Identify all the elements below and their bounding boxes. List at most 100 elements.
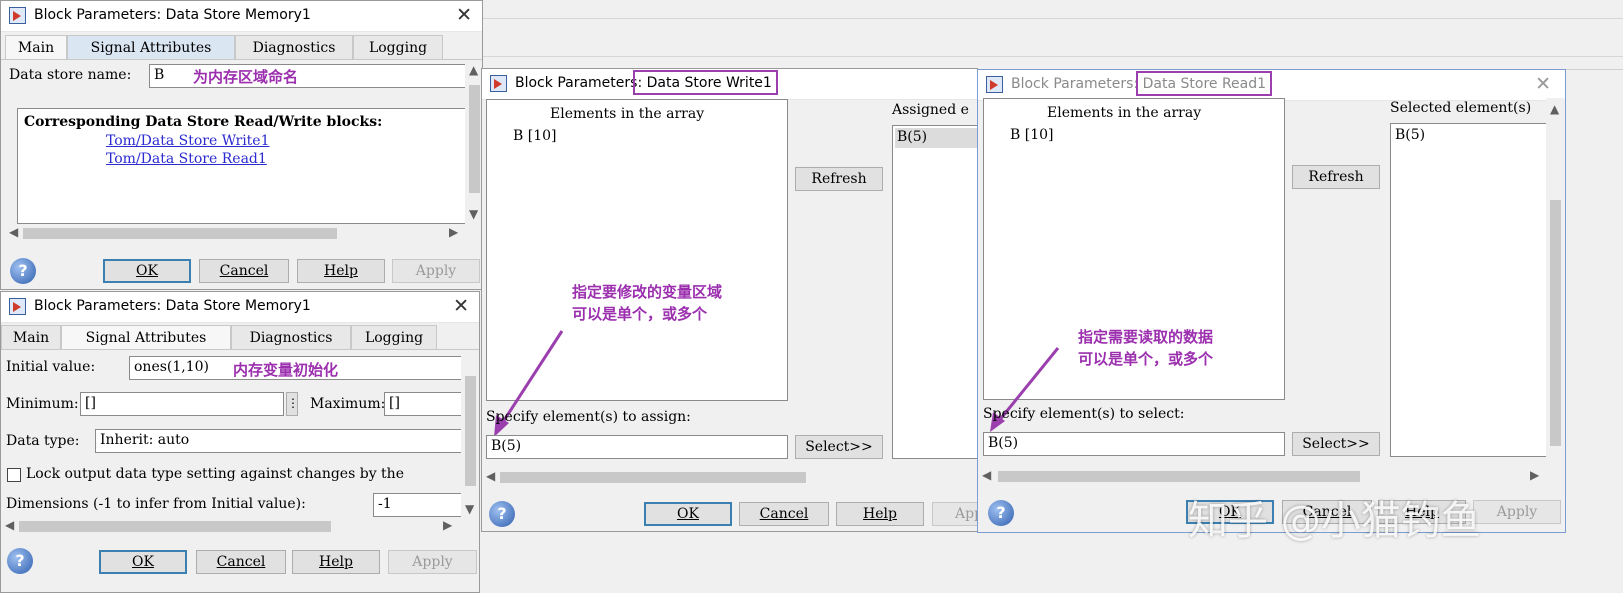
annotation-arrow: [494, 330, 564, 437]
cancel-label: Cancel: [216, 554, 266, 570]
help-button[interactable]: Help: [836, 502, 924, 526]
horizontal-scrollbar[interactable]: ◀: [482, 468, 977, 486]
horizontal-scrollbar[interactable]: ◀ ▶: [978, 467, 1548, 485]
tab-diagnostics[interactable]: Diagnostics: [231, 325, 351, 349]
link-data-store-write[interactable]: Tom/Data Store Write1: [106, 133, 270, 149]
tab-signal-attributes[interactable]: Signal Attributes: [67, 35, 235, 59]
help-icon[interactable]: ?: [489, 501, 515, 527]
title-bar: Block Parameters: Data Store Memory1 ✕: [1, 292, 479, 323]
tab-bar: Main Signal Attributes Diagnostics Loggi…: [1, 35, 482, 60]
dialog-data-store-memory-main: Block Parameters: Data Store Memory1 ✕ M…: [0, 0, 483, 290]
data-store-name-label: Data store name:: [9, 67, 132, 83]
annotation-initialize: 内存变量初始化: [233, 361, 339, 379]
scroll-left-icon[interactable]: ◀: [982, 468, 991, 482]
horizontal-scrollbar[interactable]: ◀ ▶: [1, 517, 461, 535]
scroll-right-icon[interactable]: ▶: [443, 518, 452, 532]
scroll-left-icon[interactable]: ◀: [5, 518, 14, 532]
scroll-down-icon[interactable]: ▼: [465, 502, 474, 516]
corresponding-header: Corresponding Data Store Read/Write bloc…: [24, 114, 383, 130]
cancel-label: Cancel: [219, 263, 269, 279]
link-data-store-read[interactable]: Tom/Data Store Read1: [106, 151, 267, 167]
specify-label: Specify element(s) to select:: [983, 406, 1185, 422]
annotation-arrow: [990, 347, 1060, 432]
help-label: Help: [324, 263, 358, 279]
help-label: Help: [863, 506, 897, 522]
background-toolbar-line: [483, 18, 1623, 19]
help-button[interactable]: Help: [297, 259, 385, 283]
scroll-thumb[interactable]: [500, 472, 806, 483]
apply-label: Apply: [1496, 504, 1538, 520]
ok-button[interactable]: OK: [103, 259, 191, 283]
scroll-right-icon[interactable]: ▶: [1530, 468, 1539, 482]
tab-diagnostics[interactable]: Diagnostics: [235, 35, 353, 59]
maximum-input[interactable]: []: [384, 392, 462, 416]
tab-bar: Main Signal Attributes Diagnostics Loggi…: [1, 325, 479, 350]
apply-label: Apply: [412, 554, 453, 570]
background-toolbar-line: [483, 56, 1623, 57]
help-icon[interactable]: ?: [988, 500, 1014, 526]
ok-button[interactable]: OK: [99, 550, 187, 574]
simulink-block-icon: [9, 7, 26, 24]
cancel-button[interactable]: Cancel: [199, 259, 289, 283]
cancel-button[interactable]: Cancel: [739, 502, 829, 526]
title-bar: Block Parameters: Data Store Memory1 ✕: [1, 1, 482, 32]
apply-button: Apply: [392, 259, 480, 283]
help-icon[interactable]: ?: [7, 548, 33, 574]
simulink-block-icon: [9, 298, 26, 315]
tab-logging[interactable]: Logging: [351, 325, 437, 349]
annotation-name-memory: 为内存区域命名: [193, 68, 299, 86]
scroll-thumb[interactable]: [465, 376, 476, 486]
scroll-left-icon[interactable]: ◀: [9, 225, 18, 239]
dialog-title: Block Parameters: Data Store Memory1: [34, 7, 311, 23]
data-type-select[interactable]: Inherit: auto: [95, 429, 463, 453]
specify-label: Specify element(s) to assign:: [486, 409, 691, 425]
apply-label: App: [955, 506, 977, 522]
dialog-title: Block Parameters: Data Store Memory1: [34, 298, 311, 314]
cancel-button[interactable]: Cancel: [196, 550, 286, 574]
minimum-input[interactable]: []: [80, 392, 284, 416]
scroll-thumb[interactable]: [469, 85, 480, 193]
ok-label: OK: [136, 263, 158, 279]
dialog-data-store-read: Block Parameters: Data Store Read1 ✕ Ele…: [977, 69, 1566, 533]
tab-signal-attributes[interactable]: Signal Attributes: [61, 325, 231, 349]
lock-checkbox[interactable]: [7, 468, 21, 482]
select-button[interactable]: Select>>: [1292, 432, 1380, 456]
close-icon[interactable]: ✕: [453, 295, 469, 317]
background-window: [483, 0, 1623, 70]
scroll-thumb[interactable]: [998, 471, 1360, 482]
maximum-label: Maximum:: [310, 396, 386, 412]
help-icon[interactable]: ?: [10, 258, 36, 284]
scroll-thumb[interactable]: [19, 521, 331, 532]
dimensions-input[interactable]: -1: [373, 493, 463, 517]
lock-label: Lock output data type setting against ch…: [26, 466, 404, 482]
scroll-up-icon[interactable]: ▲: [469, 63, 478, 77]
tab-main[interactable]: Main: [5, 35, 67, 59]
dimensions-label: Dimensions (-1 to infer from Initial val…: [6, 496, 306, 512]
close-icon[interactable]: ✕: [456, 4, 472, 26]
scroll-left-icon[interactable]: ◀: [486, 469, 495, 483]
specify-input[interactable]: B(5): [486, 435, 788, 459]
horizontal-scrollbar[interactable]: ◀ ▶: [5, 224, 465, 242]
apply-button: Apply: [388, 550, 477, 574]
ok-button[interactable]: OK: [644, 502, 732, 526]
dialog-data-store-write: Block Parameters: Data Store Write1 Elem…: [481, 68, 978, 532]
tab-logging[interactable]: Logging: [353, 35, 443, 59]
scroll-down-icon[interactable]: ▼: [469, 207, 478, 221]
vertical-scrollbar[interactable]: ▼: [461, 352, 479, 520]
select-button[interactable]: Select>>: [795, 435, 883, 459]
scroll-right-icon[interactable]: ▶: [449, 225, 458, 239]
minimum-label: Minimum:: [6, 396, 79, 412]
help-button[interactable]: Help: [292, 550, 380, 574]
scroll-thumb[interactable]: [23, 228, 337, 239]
corresponding-blocks-panel: Corresponding Data Store Read/Write bloc…: [17, 108, 467, 224]
dialog-data-store-memory-signal: Block Parameters: Data Store Memory1 ✕ M…: [0, 291, 480, 593]
specify-input[interactable]: B(5): [983, 432, 1285, 456]
apply-button: App: [932, 502, 977, 526]
tab-main[interactable]: Main: [1, 325, 61, 349]
apply-button: Apply: [1473, 500, 1561, 524]
data-type-label: Data type:: [6, 433, 80, 449]
watermark: 知乎 @小猫钓鱼: [1188, 498, 1481, 544]
ok-label: OK: [677, 506, 699, 522]
help-label: Help: [319, 554, 353, 570]
minimum-more-icon[interactable]: ⋮: [286, 392, 299, 416]
